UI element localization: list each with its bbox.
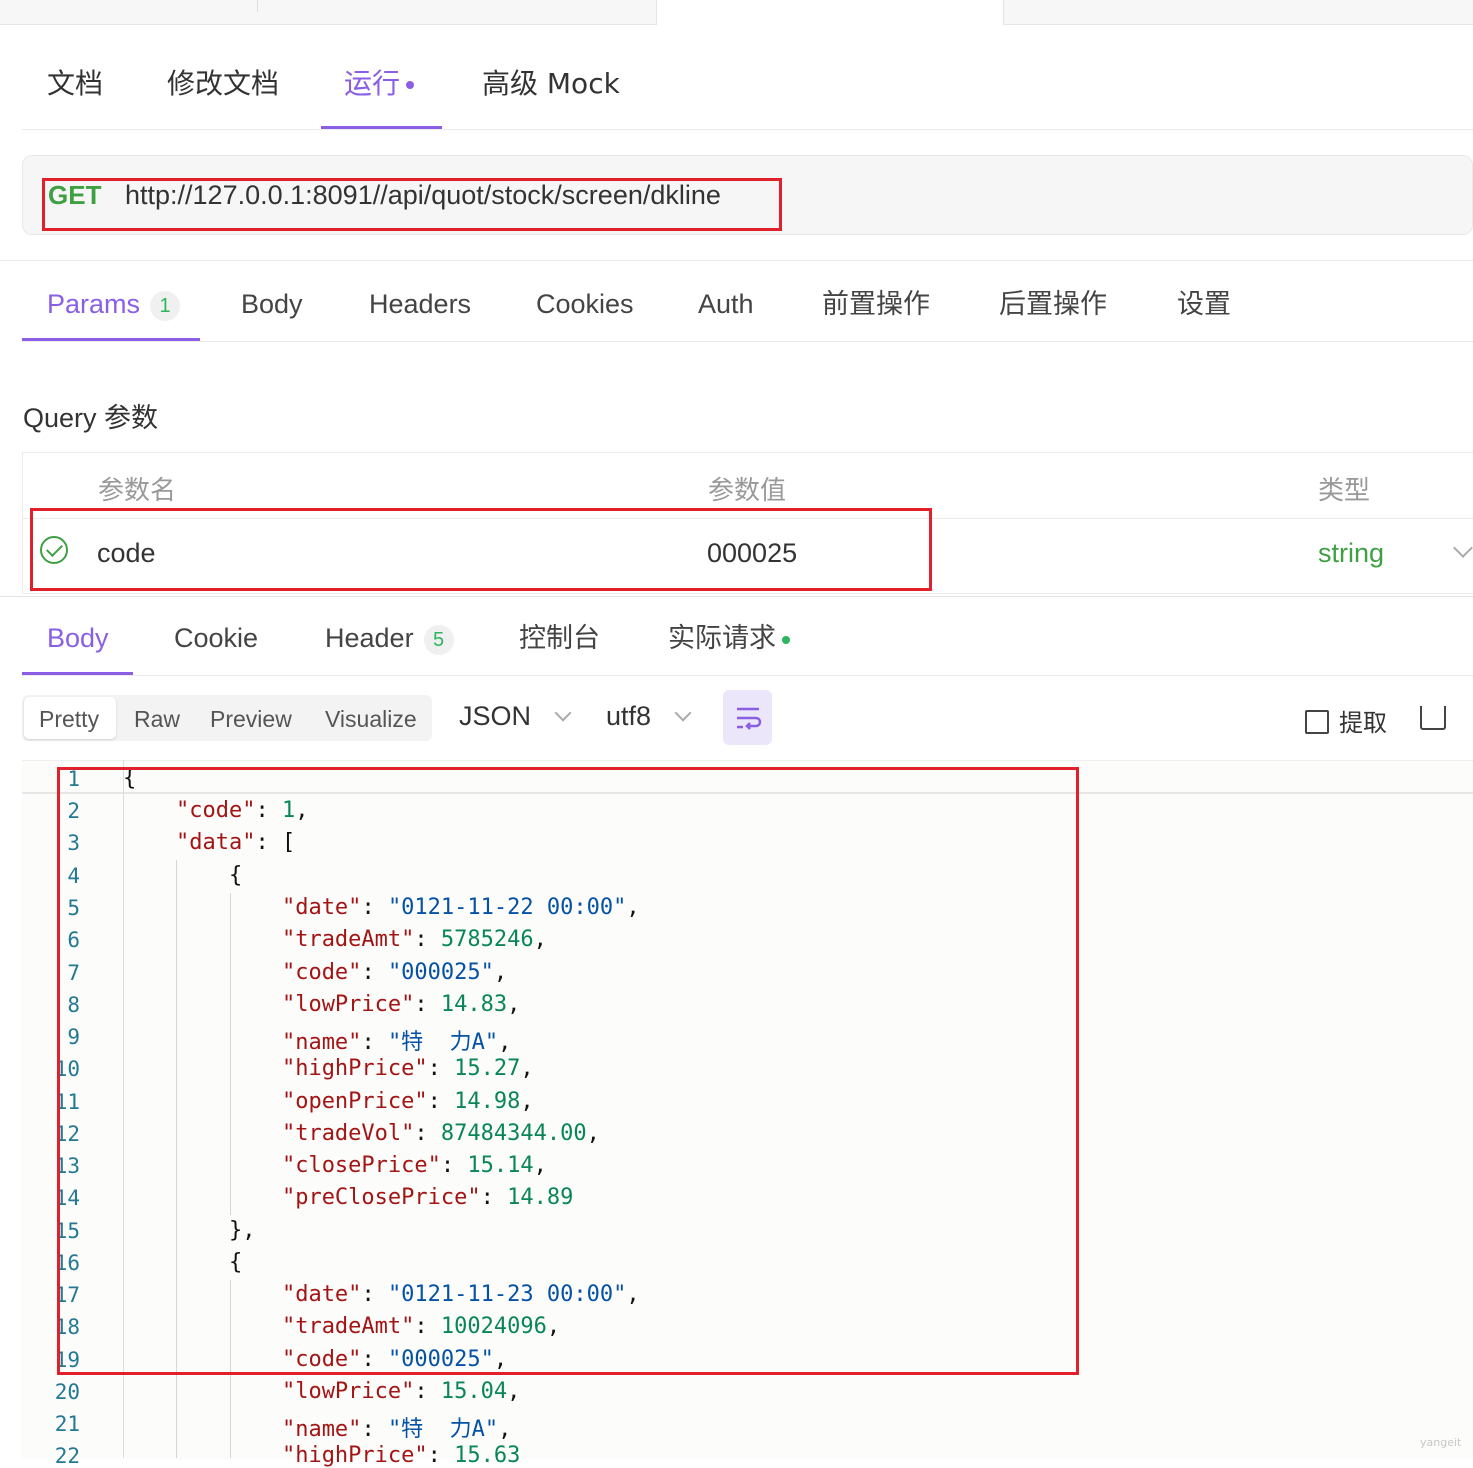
- encoding-select[interactable]: utf8: [606, 701, 692, 732]
- column-header-type: 类型: [1318, 476, 1371, 506]
- wrap-icon: [737, 707, 762, 730]
- tab-actual-request-label: 实际请求: [668, 623, 776, 653]
- format-select-value: JSON: [459, 701, 532, 731]
- tab-edit-docs[interactable]: 修改文档: [167, 64, 279, 104]
- json-key: "name": [281, 1417, 362, 1442]
- tab-settings[interactable]: 设置: [1177, 286, 1231, 322]
- header-count-badge: 5: [423, 624, 454, 655]
- panel-divider[interactable]: [0, 596, 1473, 597]
- chevron-down-icon: [674, 704, 692, 722]
- view-raw-button[interactable]: Raw: [134, 703, 180, 735]
- divider: [0, 260, 1473, 261]
- encoding-select-value: utf8: [606, 701, 652, 731]
- word-wrap-button[interactable]: [723, 690, 772, 745]
- download-icon[interactable]: [1420, 706, 1446, 730]
- tab-advanced-mock[interactable]: 高级 Mock: [482, 64, 620, 104]
- params-count-badge: 1: [150, 290, 181, 321]
- chevron-down-icon: [554, 704, 572, 722]
- status-dot: [782, 635, 790, 644]
- tab-params[interactable]: Params 1: [47, 286, 181, 322]
- tab-run-label: 运行: [344, 67, 401, 100]
- tab-console[interactable]: 控制台: [519, 620, 600, 656]
- unsaved-dot: [406, 81, 415, 89]
- window-tab-active[interactable]: [656, 0, 1004, 25]
- window-tab-strip: [0, 0, 1473, 25]
- divider: [22, 341, 1473, 342]
- extract-label: 提取: [1339, 710, 1387, 737]
- tab-response-cookie[interactable]: Cookie: [174, 620, 258, 656]
- json-key: "lowPrice": [281, 1379, 415, 1404]
- highlight-box-param: [30, 508, 932, 591]
- extract-icon: [1305, 710, 1329, 734]
- tab-auth[interactable]: Auth: [698, 286, 754, 322]
- tab-pre-actions[interactable]: 前置操作: [822, 286, 930, 322]
- tab-docs[interactable]: 文档: [47, 64, 103, 104]
- view-preview-button[interactable]: Preview: [210, 703, 292, 735]
- code-line: "highPrice": 15.63: [281, 1443, 521, 1468]
- json-string: "特 力A": [387, 1417, 499, 1442]
- view-visualize-button[interactable]: Visualize: [325, 703, 417, 735]
- column-header-name: 参数名: [98, 476, 177, 506]
- watermark: yangeit: [1420, 1436, 1462, 1449]
- param-type-select[interactable]: string: [1318, 538, 1384, 569]
- tab-post-actions[interactable]: 后置操作: [999, 286, 1107, 322]
- tab-response-header[interactable]: Header 5: [325, 620, 454, 656]
- tab-response-header-label: Header: [325, 623, 414, 653]
- tab-response-body[interactable]: Body: [47, 620, 109, 656]
- tab-actual-request[interactable]: 实际请求: [668, 620, 790, 656]
- line-number: 22: [54, 1444, 80, 1468]
- extract-button[interactable]: 提取: [1305, 703, 1387, 738]
- format-select[interactable]: JSON: [459, 701, 572, 732]
- tab-cookies[interactable]: Cookies: [536, 286, 634, 322]
- tab-body[interactable]: Body: [241, 286, 303, 322]
- highlight-box-url: [42, 178, 782, 231]
- tab-divider: [257, 0, 258, 12]
- query-params-title: Query 参数: [23, 403, 159, 433]
- tab-run[interactable]: 运行: [344, 64, 415, 104]
- json-number: 15.63: [454, 1443, 521, 1468]
- json-key: "highPrice": [281, 1443, 428, 1468]
- highlight-box-response: [57, 767, 1079, 1375]
- divider: [22, 129, 1473, 130]
- code-line: "lowPrice": 15.04,: [281, 1379, 521, 1404]
- line-number: 21: [54, 1412, 80, 1436]
- json-number: 15.04: [440, 1379, 508, 1404]
- code-line: "name": "特 力A",: [281, 1417, 512, 1442]
- line-number: 20: [54, 1380, 80, 1404]
- column-header-value: 参数值: [708, 476, 787, 506]
- tab-headers[interactable]: Headers: [369, 286, 471, 322]
- view-pretty-button[interactable]: Pretty: [39, 703, 99, 735]
- divider: [22, 675, 1473, 676]
- tab-params-label: Params: [47, 289, 141, 319]
